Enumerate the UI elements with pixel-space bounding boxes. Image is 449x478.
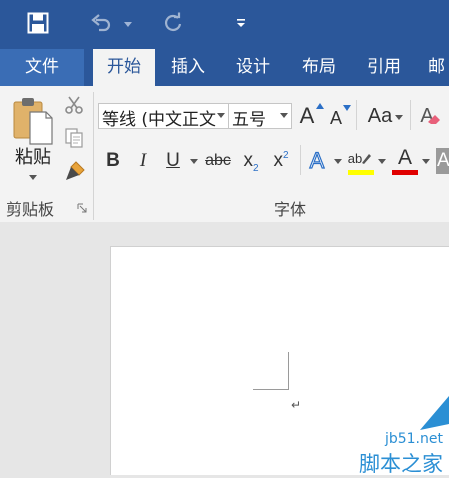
font-size-dropdown-icon[interactable] — [280, 113, 288, 118]
tab-insert[interactable]: 插入 — [160, 49, 216, 86]
group-separator — [93, 92, 94, 220]
paste-label[interactable]: 粘贴 — [10, 143, 56, 169]
character-shading-button[interactable]: A — [436, 148, 449, 174]
shrink-arrow-icon — [343, 104, 351, 112]
tab-mailings[interactable]: 邮 — [420, 49, 449, 86]
subscript-mark: 2 — [252, 162, 259, 174]
subscript-base: x — [243, 150, 253, 171]
font-toolbar-separator — [410, 100, 411, 130]
subscript-button[interactable]: x2 — [238, 148, 264, 174]
tab-file[interactable]: 文件 — [0, 49, 84, 86]
format-painter-icon[interactable] — [62, 158, 88, 184]
font-color-bar — [392, 170, 418, 175]
change-case-label: Aa — [367, 104, 393, 127]
bold-label: B — [106, 150, 120, 171]
clipboard-dialog-launcher-icon[interactable] — [76, 202, 87, 213]
superscript-base: x — [273, 150, 283, 171]
font-toolbar-separator — [300, 145, 301, 175]
italic-label: I — [139, 150, 147, 171]
paste-icon[interactable] — [8, 92, 58, 148]
font-color-dropdown-icon[interactable] — [422, 159, 430, 164]
underline-label: U — [166, 150, 180, 171]
underline-button[interactable]: U — [162, 148, 184, 174]
change-case-button[interactable]: Aa — [364, 103, 396, 129]
font-name-value: 等线 (中文正文 — [102, 110, 217, 130]
font-name-dropdown-icon[interactable] — [217, 113, 225, 118]
italic-button[interactable]: I — [132, 148, 154, 174]
text-effects-button[interactable]: A — [304, 147, 330, 174]
margin-corner-mark — [253, 389, 289, 390]
highlight-color-bar — [348, 170, 374, 175]
tab-home[interactable]: 开始 — [93, 49, 155, 86]
superscript-button[interactable]: x2 — [268, 148, 294, 174]
shrink-font-label: A — [329, 107, 342, 128]
superscript-mark: 2 — [282, 149, 289, 161]
save-icon[interactable] — [25, 8, 51, 38]
clipboard-group-label: 剪贴板 — [6, 200, 55, 219]
tab-layout[interactable]: 布局 — [290, 49, 348, 86]
tab-design[interactable]: 设计 — [224, 49, 282, 86]
clear-formatting-icon[interactable]: A — [416, 103, 446, 129]
text-effects-label: A — [309, 147, 325, 173]
grow-arrow-icon — [316, 102, 324, 110]
undo-dropdown-icon[interactable] — [124, 22, 132, 27]
character-shading-label: A — [437, 150, 449, 171]
font-group-label: 字体 — [274, 200, 307, 219]
customize-qat-icon[interactable] — [231, 8, 251, 38]
change-case-dropdown-icon[interactable] — [395, 115, 403, 120]
font-toolbar-separator — [356, 100, 357, 130]
margin-corner-mark — [288, 352, 289, 389]
font-color-button[interactable]: A — [392, 146, 418, 170]
paste-dropdown-icon[interactable] — [29, 175, 37, 180]
grow-font-button[interactable]: A — [296, 103, 318, 129]
grow-font-label: A — [299, 103, 315, 128]
highlight-dropdown-icon[interactable] — [378, 159, 386, 164]
underline-dropdown-icon[interactable] — [190, 159, 198, 164]
redo-icon[interactable] — [160, 8, 186, 38]
watermark-site: jb51.net — [384, 431, 443, 447]
font-name-combo[interactable]: 等线 (中文正文 — [98, 103, 229, 130]
highlight-button[interactable]: ab — [346, 146, 374, 170]
bold-button[interactable]: B — [102, 148, 124, 174]
font-color-label: A — [397, 146, 412, 169]
font-size-value: 五号 — [232, 110, 266, 130]
title-bar — [0, 0, 449, 49]
strikethrough-label: abc — [205, 152, 231, 169]
font-size-combo[interactable]: 五号 — [228, 103, 292, 130]
strikethrough-button[interactable]: abc — [203, 148, 233, 174]
copy-icon[interactable] — [63, 126, 85, 150]
text-effects-dropdown-icon[interactable] — [334, 159, 342, 164]
tab-references[interactable]: 引用 — [356, 49, 412, 86]
undo-icon[interactable] — [88, 8, 114, 38]
cut-icon[interactable] — [63, 94, 85, 116]
